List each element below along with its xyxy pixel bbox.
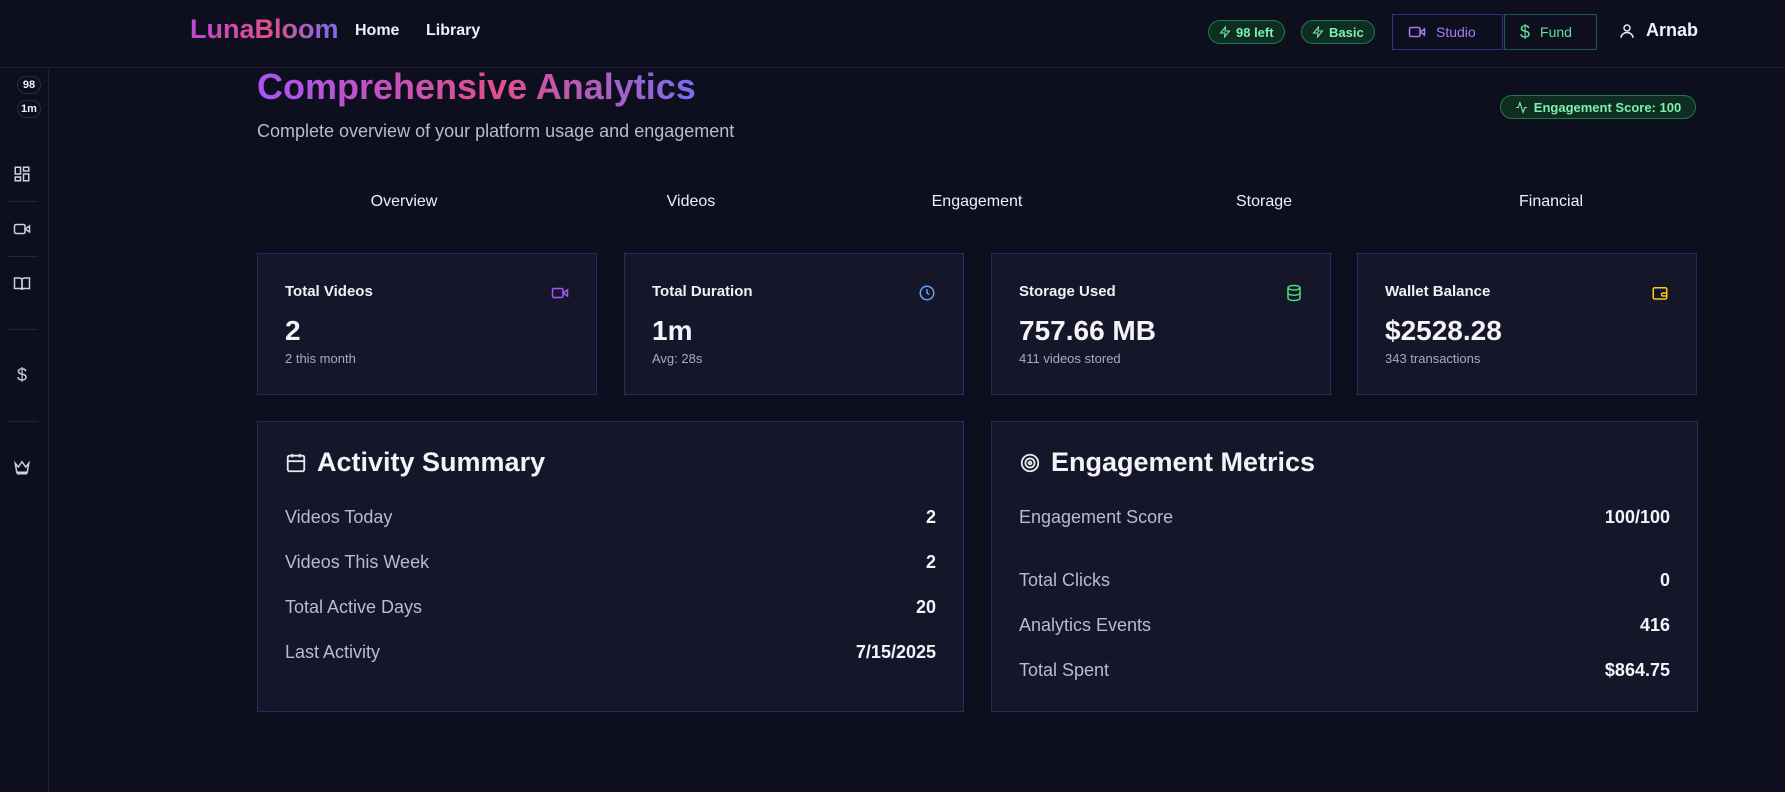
sidebar-divider bbox=[8, 421, 38, 422]
metric-value: 20 bbox=[915, 596, 936, 617]
stat-value: $2528.28 bbox=[1385, 315, 1502, 346]
engagement-metrics-panel: Engagement Metrics Engagement Score 100/… bbox=[991, 421, 1698, 712]
nav-library[interactable]: Library bbox=[426, 22, 480, 40]
studio-label: Studio bbox=[1436, 24, 1476, 40]
dashboard-icon[interactable] bbox=[11, 163, 33, 185]
panel-title-text: Engagement Metrics bbox=[1051, 447, 1316, 477]
list-item: Videos This Week 2 bbox=[285, 550, 936, 574]
metric-value: 0 bbox=[1659, 569, 1670, 590]
book-icon[interactable] bbox=[11, 273, 33, 295]
metric-value: 7/15/2025 bbox=[855, 641, 936, 662]
video-icon bbox=[1408, 26, 1426, 38]
sidebar-divider bbox=[8, 201, 38, 202]
engagement-badge-label: Engagement Score: 100 bbox=[1533, 99, 1682, 115]
crown-icon[interactable] bbox=[11, 456, 33, 478]
metric-value: 100/100 bbox=[1604, 506, 1670, 527]
sidebar-divider bbox=[8, 256, 38, 257]
metric-label: Total Clicks bbox=[1019, 569, 1111, 590]
stat-label: Wallet Balance bbox=[1385, 283, 1491, 300]
stat-card-wallet-balance: Wallet Balance $2528.28 343 transactions bbox=[1357, 253, 1697, 395]
tab-storage[interactable]: Storage bbox=[1164, 193, 1364, 211]
list-item: Total Active Days 20 bbox=[285, 595, 936, 619]
studio-button[interactable]: Studio bbox=[1392, 14, 1503, 50]
tab-engagement[interactable]: Engagement bbox=[877, 193, 1077, 211]
stat-subtext: 2 this month bbox=[285, 351, 356, 366]
stat-card-total-duration: Total Duration 1m Avg: 28s bbox=[624, 253, 964, 395]
list-item: Analytics Events 416 bbox=[1019, 613, 1670, 637]
metric-label: Last Activity bbox=[285, 641, 381, 662]
sidebar: 98 1m $ bbox=[0, 68, 49, 792]
metric-value: 2 bbox=[925, 506, 936, 527]
list-item: Engagement Score 100/100 bbox=[1019, 505, 1670, 529]
sidebar-time-badge: 1m bbox=[17, 100, 41, 118]
engagement-metrics-title: Engagement Metrics bbox=[1019, 447, 1315, 478]
video-icon bbox=[551, 287, 569, 299]
plan-label: Basic bbox=[1329, 24, 1364, 40]
list-item: Last Activity 7/15/2025 bbox=[285, 640, 936, 664]
tab-videos[interactable]: Videos bbox=[591, 193, 791, 211]
stat-label: Storage Used bbox=[1019, 283, 1116, 300]
plan-pill: Basic bbox=[1301, 20, 1375, 44]
tab-financial[interactable]: Financial bbox=[1451, 193, 1651, 211]
list-item: Total Clicks 0 bbox=[1019, 568, 1670, 592]
fund-label: Fund bbox=[1540, 24, 1572, 40]
fund-button[interactable]: $ Fund bbox=[1504, 14, 1597, 50]
sidebar-divider bbox=[8, 329, 38, 330]
metric-label: Videos This Week bbox=[285, 551, 430, 572]
stat-subtext: 411 videos stored bbox=[1019, 351, 1121, 366]
user-menu[interactable]: Arnab bbox=[1618, 20, 1698, 41]
panel-title-text: Activity Summary bbox=[317, 447, 546, 477]
calendar-icon bbox=[286, 453, 306, 472]
stat-subtext: 343 transactions bbox=[1385, 351, 1481, 366]
tab-overview[interactable]: Overview bbox=[304, 193, 504, 211]
stat-subtext: Avg: 28s bbox=[652, 351, 703, 366]
metric-value: 416 bbox=[1639, 614, 1670, 635]
zap-icon bbox=[1219, 26, 1231, 38]
user-icon bbox=[1620, 23, 1634, 38]
metric-label: Analytics Events bbox=[1019, 614, 1152, 635]
engagement-score-badge: Engagement Score: 100 bbox=[1500, 95, 1696, 119]
stat-label: Total Duration bbox=[652, 283, 753, 300]
activity-summary-panel: Activity Summary Videos Today 2 Videos T… bbox=[257, 421, 964, 712]
list-item: Videos Today 2 bbox=[285, 505, 936, 529]
sidebar-count-badge: 98 bbox=[17, 76, 41, 94]
wallet-icon bbox=[1652, 287, 1668, 300]
page-title: Comprehensive Analytics bbox=[257, 66, 696, 107]
stat-label: Total Videos bbox=[285, 283, 373, 300]
user-name: Arnab bbox=[1646, 20, 1699, 40]
clock-icon bbox=[919, 285, 935, 301]
stat-card-total-videos: Total Videos 2 2 this month bbox=[257, 253, 597, 395]
stat-value: 1m bbox=[652, 315, 693, 346]
metric-label: Videos Today bbox=[285, 506, 393, 527]
metric-label: Total Spent bbox=[1019, 659, 1110, 680]
activity-icon bbox=[1515, 100, 1527, 114]
metric-label: Total Active Days bbox=[285, 596, 423, 617]
metric-value: $864.75 bbox=[1604, 659, 1670, 680]
database-icon bbox=[1287, 284, 1301, 302]
dollar-icon[interactable]: $ bbox=[11, 364, 33, 386]
top-bar: LunaBloom Home Library 98 left Basic Stu… bbox=[0, 0, 1785, 68]
stat-value: 757.66 MB bbox=[1019, 315, 1156, 346]
credits-label: 98 left bbox=[1236, 24, 1274, 40]
video-icon[interactable] bbox=[11, 218, 33, 240]
nav-home[interactable]: Home bbox=[355, 22, 399, 40]
list-item: Total Spent $864.75 bbox=[1019, 658, 1670, 682]
target-icon bbox=[1020, 453, 1040, 472]
credits-pill: 98 left bbox=[1208, 20, 1285, 44]
zap-icon bbox=[1312, 26, 1324, 38]
stat-card-storage-used: Storage Used 757.66 MB 411 videos stored bbox=[991, 253, 1331, 395]
page-subtitle: Complete overview of your platform usage… bbox=[257, 121, 735, 141]
activity-summary-title: Activity Summary bbox=[285, 447, 545, 478]
dollar-icon: $ bbox=[1520, 21, 1531, 42]
stat-value: 2 bbox=[285, 315, 301, 346]
logo[interactable]: LunaBloom bbox=[190, 14, 339, 45]
metric-label: Engagement Score bbox=[1019, 506, 1174, 527]
metric-value: 2 bbox=[925, 551, 936, 572]
